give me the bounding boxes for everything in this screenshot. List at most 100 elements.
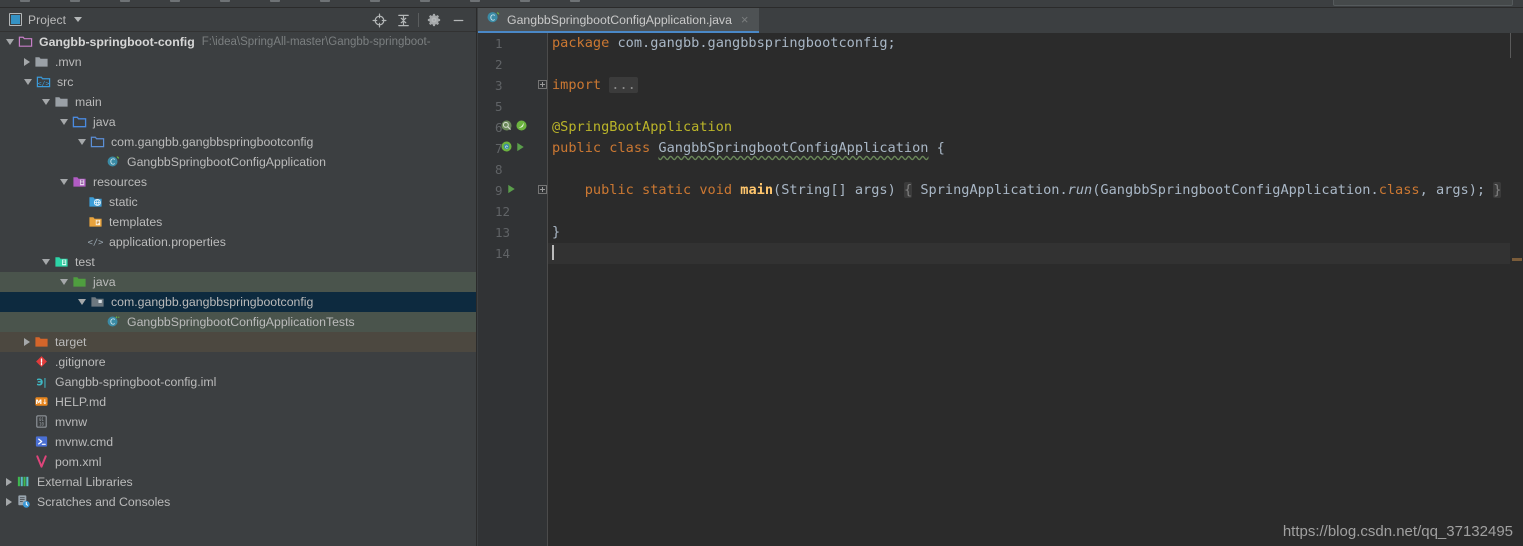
tree-row[interactable]: </> application.properties <box>0 232 476 252</box>
chevron-down-icon[interactable] <box>24 79 32 85</box>
toolbar-icon[interactable] <box>20 0 30 2</box>
chevron-down-icon[interactable] <box>42 99 50 105</box>
gutter-icons-line7[interactable]: e <box>500 138 536 159</box>
tree-row[interactable]: resources <box>0 172 476 192</box>
gear-icon[interactable] <box>422 9 446 31</box>
svg-text:C: C <box>490 13 495 22</box>
locate-icon[interactable] <box>367 9 391 31</box>
brace-open: { <box>936 140 945 156</box>
gutter-icons-line9[interactable] <box>506 180 542 201</box>
spring-leaf-icon[interactable] <box>515 119 528 137</box>
editor-tab-bar: C GangbbSpringbootConfigApplication.java… <box>478 8 1523 33</box>
tree-row[interactable]: com.gangbb.gangbbspringbootconfig <box>0 132 476 152</box>
close-icon[interactable]: × <box>741 13 749 26</box>
chevron-right-icon[interactable] <box>6 478 12 486</box>
toolbar-icon[interactable] <box>220 0 230 2</box>
toolbar-icon[interactable] <box>470 0 480 2</box>
toolbar-icon-group <box>20 0 580 7</box>
project-tree[interactable]: Gangbb-springboot-config F:\idea\SpringAl… <box>0 32 476 546</box>
chevron-down-icon[interactable] <box>60 279 68 285</box>
toolbar-icon[interactable] <box>270 0 280 2</box>
chevron-down-icon[interactable] <box>78 139 86 145</box>
editor-marker-rail[interactable] <box>1510 58 1523 546</box>
chevron-down-icon[interactable] <box>74 17 83 22</box>
editor-tab-active[interactable]: C GangbbSpringbootConfigApplication.java… <box>478 8 759 33</box>
source-root-icon: </> <box>36 74 52 90</box>
run-config-selector[interactable] <box>1333 0 1513 6</box>
run-args-part-2: , args); <box>1419 182 1486 198</box>
test-root-icon <box>54 254 70 270</box>
tree-row[interactable]: static <box>0 192 476 212</box>
tree-row[interactable]: C GangbbSpringbootConfigApplication <box>0 152 476 172</box>
toolbar-icon[interactable] <box>320 0 330 2</box>
tree-row[interactable]: mvnw.cmd <box>0 432 476 452</box>
tree-row[interactable]: 01 10 mvnw <box>0 412 476 432</box>
idea-window: Project Gangbb-springboot-config F:\idea… <box>0 0 1523 546</box>
tree-row[interactable]: C GangbbSpringbootConfigApplicationTests <box>0 312 476 332</box>
editor-gutter[interactable]: 1 2 3 5 6 7 8 9 12 13 14 e <box>478 33 548 546</box>
spring-bean-icon[interactable] <box>500 119 513 137</box>
toolbar-icon[interactable] <box>570 0 580 2</box>
chevron-down-icon[interactable] <box>60 119 68 125</box>
package-name: com.gangbb.gangbbspringbootconfig; <box>609 35 896 51</box>
line-number: 8 <box>495 162 503 177</box>
tree-row[interactable]: com.gangbb.gangbbspringbootconfig <box>0 292 476 312</box>
tree-row[interactable]: target <box>0 332 476 352</box>
gitignore-icon <box>34 354 50 370</box>
svg-text:e: e <box>505 144 508 150</box>
marker-stripe[interactable] <box>1512 258 1522 261</box>
collapse-all-icon[interactable] <box>391 9 415 31</box>
tree-row[interactable]: .gitignore <box>0 352 476 372</box>
properties-file-icon: </> <box>87 234 104 250</box>
body-fold-open[interactable]: { <box>903 182 913 198</box>
code-editor[interactable]: 1 2 3 5 6 7 8 9 12 13 14 e package com.g… <box>478 33 1523 546</box>
keyword-public: public <box>552 140 602 156</box>
tree-row[interactable]: pom.xml <box>0 452 476 472</box>
tree-row[interactable]: templates <box>0 212 476 232</box>
tree-row[interactable]: Gangbb-springboot-config F:\idea\SpringAl… <box>0 32 476 52</box>
toolbar-icon[interactable] <box>170 0 180 2</box>
tree-row[interactable]: main <box>0 92 476 112</box>
code-lines[interactable]: package com.gangbb.gangbbspringbootconfi… <box>548 33 1523 546</box>
spring-class-icon: C <box>486 10 501 30</box>
tree-row-label: src <box>57 75 74 89</box>
tree-row[interactable]: Scratches and Consoles <box>0 492 476 512</box>
chevron-down-icon[interactable] <box>60 179 68 185</box>
keyword-package: package <box>552 35 610 51</box>
chevron-down-icon[interactable] <box>42 259 50 265</box>
method-name-main: main <box>740 182 774 198</box>
tree-row[interactable]: Э| Gangbb-springboot-config.iml <box>0 372 476 392</box>
chevron-down-icon[interactable] <box>78 299 86 305</box>
project-panel-title-group[interactable]: Project <box>0 13 83 27</box>
fold-marker-method[interactable] <box>538 185 547 194</box>
run-args-part-1: (GangbbSpringbootConfigApplication. <box>1092 182 1379 198</box>
toolbar-icon[interactable] <box>120 0 130 2</box>
fold-marker-import[interactable] <box>538 80 547 89</box>
spring-boot-icon[interactable]: e <box>500 140 513 158</box>
tree-row-label: java <box>93 115 116 129</box>
minimize-icon[interactable] <box>446 9 470 31</box>
chevron-right-icon[interactable] <box>6 498 12 506</box>
import-fold-placeholder[interactable]: ... <box>609 77 638 93</box>
tree-row-label: test <box>75 255 95 269</box>
chevron-right-icon[interactable] <box>24 338 30 346</box>
chevron-down-icon[interactable] <box>6 39 14 45</box>
toolbar-icon[interactable] <box>520 0 530 2</box>
toolbar-icon[interactable] <box>420 0 430 2</box>
tree-row[interactable]: M↓ HELP.md <box>0 392 476 412</box>
gutter-icons-line6[interactable] <box>500 117 536 138</box>
chevron-right-icon[interactable] <box>24 58 30 66</box>
tree-row[interactable]: </> src <box>0 72 476 92</box>
tree-row[interactable]: test <box>0 252 476 272</box>
run-arrow-icon[interactable] <box>506 182 517 200</box>
toolbar-icon[interactable] <box>370 0 380 2</box>
tree-row[interactable]: java <box>0 112 476 132</box>
tree-row[interactable]: External Libraries <box>0 472 476 492</box>
body-fold-close[interactable]: } <box>1493 182 1502 198</box>
toolbar-icon[interactable] <box>70 0 80 2</box>
svg-text:M↓: M↓ <box>35 398 47 406</box>
tree-row[interactable]: java <box>0 272 476 292</box>
run-arrow-icon[interactable] <box>515 140 526 158</box>
line-number: 1 <box>495 36 503 51</box>
tree-row[interactable]: .mvn <box>0 52 476 72</box>
